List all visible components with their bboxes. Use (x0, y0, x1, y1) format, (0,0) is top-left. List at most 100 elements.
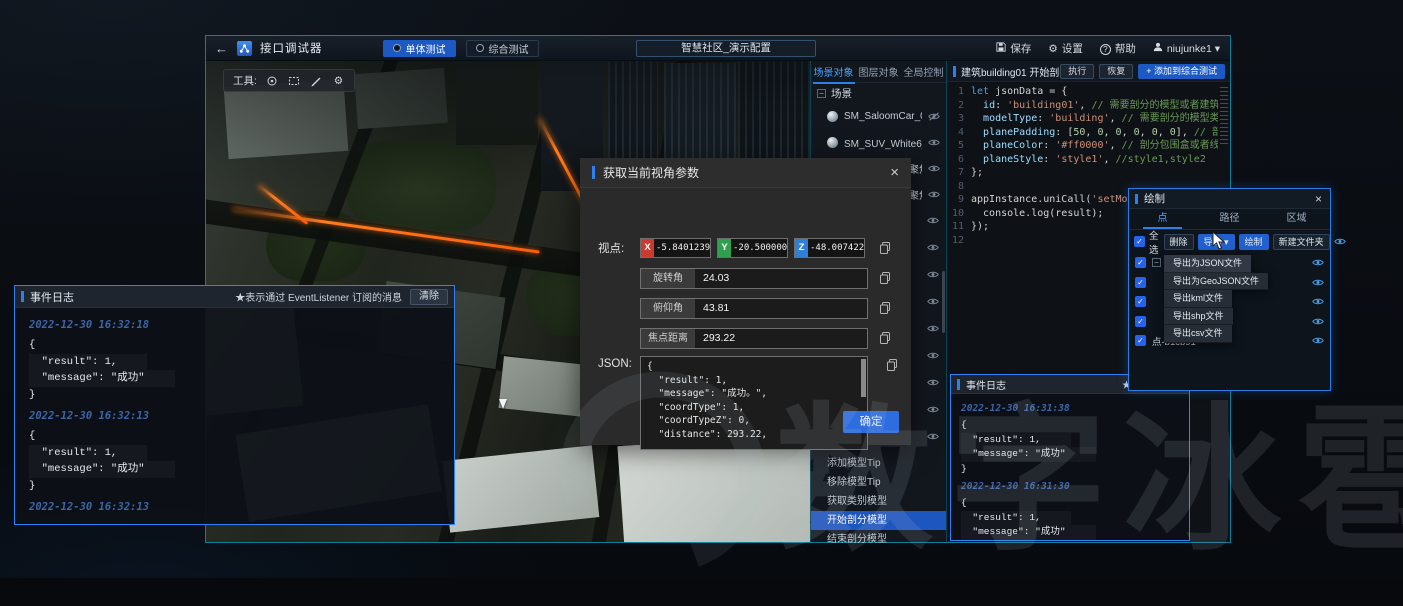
add-to-suite-button[interactable]: + 添加到综合测试 (1138, 64, 1225, 79)
eye-visible-icon[interactable] (1312, 336, 1324, 345)
eye-visible-icon[interactable] (1312, 278, 1324, 287)
back-icon[interactable]: ← (215, 41, 228, 56)
user-menu[interactable]: niujunke1 ▾ (1153, 42, 1220, 55)
scene-tab-1[interactable]: 图层对象 (858, 61, 900, 82)
field-0[interactable]: 旋转角24.03 (640, 268, 868, 289)
export-option[interactable]: 导出shp文件 (1164, 308, 1233, 326)
event-log-panel-right: 事件日志 ★表示通过 Eve 2022-12-30 16:31:38 { "re… (950, 374, 1190, 541)
gear-button[interactable]: ⚙设置 (1048, 41, 1082, 56)
scene-tree-item[interactable]: SM_SaloomCar_03_.. (811, 103, 946, 129)
collapse-icon[interactable]: − (817, 89, 826, 98)
eye-visible-icon[interactable] (927, 216, 939, 225)
draw-tab-2[interactable]: 区域 (1263, 209, 1330, 229)
app-logo-icon (237, 41, 252, 56)
copy-icon[interactable] (880, 241, 890, 259)
modal-titlebar[interactable]: 获取当前视角参数 × (580, 158, 911, 188)
accent-bar (592, 166, 595, 179)
row-checkbox[interactable]: ✓ (1135, 296, 1146, 307)
row-checkbox[interactable]: ✓ (1135, 316, 1146, 327)
focus-target-icon[interactable] (266, 74, 279, 87)
json-output-box[interactable]: { "result": 1, "message": "成功。", "coordT… (640, 356, 868, 450)
draw-toolbar-button-0[interactable]: 删除 (1164, 234, 1194, 250)
close-icon[interactable]: × (890, 165, 899, 180)
test-case-item[interactable]: 结束剖分模型 (811, 530, 946, 549)
run-button[interactable]: 执行 (1060, 64, 1094, 79)
export-option[interactable]: 导出为JSON文件 (1164, 255, 1251, 273)
select-all-checkbox[interactable]: ✓ (1134, 236, 1145, 247)
viewport-toolbar: 工具: ⚙ (223, 69, 355, 92)
coord-input-x[interactable]: X-5.840123900 (640, 238, 711, 258)
eye-visible-icon[interactable] (927, 405, 939, 414)
scene-scrollbar[interactable] (942, 271, 945, 333)
copy-icon[interactable] (880, 301, 890, 319)
eye-visible-icon[interactable] (1312, 297, 1324, 306)
eye-visible-icon[interactable] (927, 297, 939, 306)
eye-hidden-icon[interactable] (928, 112, 940, 121)
line-number: 8 (947, 180, 964, 194)
eye-visible-icon[interactable] (927, 432, 939, 441)
topbar-tab-1[interactable]: 综合测试 (466, 40, 539, 57)
draw-tab-0[interactable]: 点 (1129, 209, 1196, 229)
export-option[interactable]: 导出csv文件 (1164, 325, 1232, 343)
line-number: 3 (947, 112, 964, 126)
coord-input-y[interactable]: Y-20.50000000 (717, 238, 788, 258)
test-case-item[interactable]: 获取类别模型 (811, 492, 946, 511)
eye-visible-icon[interactable] (927, 324, 939, 333)
eye-visible-icon[interactable] (927, 270, 939, 279)
draw-panel-titlebar[interactable]: 绘制 × (1129, 189, 1330, 209)
scene-tab-0[interactable]: 场景对象 (813, 61, 855, 82)
marquee-select-icon[interactable] (288, 74, 301, 87)
camera-field-row: 俯仰角43.81 (640, 298, 868, 319)
code-line: 4 planePadding: [50, 0, 0, 0, 0, 0], // … (947, 126, 1218, 140)
eye-visible-icon[interactable] (928, 138, 940, 147)
log-entries[interactable]: 2022-12-30 16:31:38 { "result": 1, "mess… (951, 394, 1189, 540)
coord-input-z[interactable]: Z-48.00742280 (794, 238, 865, 258)
restore-button[interactable]: 恢复 (1099, 64, 1133, 79)
test-case-item[interactable]: 添加模型Tip (811, 454, 946, 473)
gear-icon[interactable]: ⚙ (332, 74, 345, 87)
log-entries[interactable]: 2022-12-30 16:32:18 { "result": 1, "mess… (15, 308, 454, 524)
copy-icon[interactable] (880, 271, 890, 289)
test-case-item[interactable]: 移除模型Tip (811, 473, 946, 492)
line-number: 5 (947, 139, 964, 153)
row-checkbox[interactable]: ✓ (1135, 335, 1146, 346)
row-checkbox[interactable]: ✓ (1135, 257, 1146, 268)
help-button[interactable]: ?帮助 (1100, 41, 1136, 56)
log-entry: 2022-12-30 16:32:13 (29, 501, 454, 513)
field-2[interactable]: 焦点距离293.22 (640, 328, 868, 349)
eye-visible-icon[interactable] (1312, 317, 1324, 326)
line-number: 11 (947, 220, 964, 234)
topbar-tab-0[interactable]: 单体测试 (383, 40, 456, 57)
json-scrollbar[interactable] (861, 359, 866, 397)
eye-visible-icon[interactable] (1334, 237, 1346, 246)
draw-toolbar-button-2[interactable]: 绘制 (1239, 234, 1269, 250)
export-option[interactable]: 导出kml文件 (1164, 290, 1232, 308)
log-entry: 2022-12-30 16:31:38 { "result": 1, "mess… (961, 403, 1189, 476)
eye-visible-icon[interactable] (927, 351, 939, 360)
code-minimap (1220, 87, 1228, 145)
save-button[interactable]: 保存 (996, 41, 1031, 56)
draw-toolbar-button-1[interactable]: 导出 ▾ (1198, 234, 1235, 250)
draw-toolbar-button-3[interactable]: 新建文件夹 (1273, 234, 1330, 250)
field-1[interactable]: 俯仰角43.81 (640, 298, 868, 319)
export-option[interactable]: 导出为GeoJSON文件 (1164, 273, 1268, 291)
copy-icon[interactable] (880, 331, 890, 349)
eye-visible-icon[interactable] (928, 190, 940, 199)
eye-visible-icon[interactable] (928, 164, 940, 173)
test-case-item[interactable]: 开始剖分模型 (811, 511, 946, 530)
scene-tree-item[interactable]: SM_SUV_White6_聚焦 (811, 129, 946, 155)
eye-visible-icon[interactable] (927, 378, 939, 387)
eye-visible-icon[interactable] (1312, 258, 1324, 267)
row-checkbox[interactable]: ✓ (1135, 277, 1146, 288)
eye-visible-icon[interactable] (927, 243, 939, 252)
copy-icon[interactable] (887, 358, 897, 376)
clear-log-button[interactable]: 清除 (410, 289, 448, 305)
collapse-icon[interactable]: − (1152, 258, 1161, 267)
scene-tab-2[interactable]: 全局控制 (903, 61, 945, 82)
draw-tab-1[interactable]: 路径 (1196, 209, 1263, 229)
accent-bar (953, 66, 956, 77)
pen-draw-icon[interactable] (310, 74, 323, 87)
close-icon[interactable]: × (1315, 193, 1322, 205)
scene-tree-root[interactable]: − 场景 (811, 83, 946, 103)
confirm-button[interactable]: 确定 (843, 411, 899, 433)
